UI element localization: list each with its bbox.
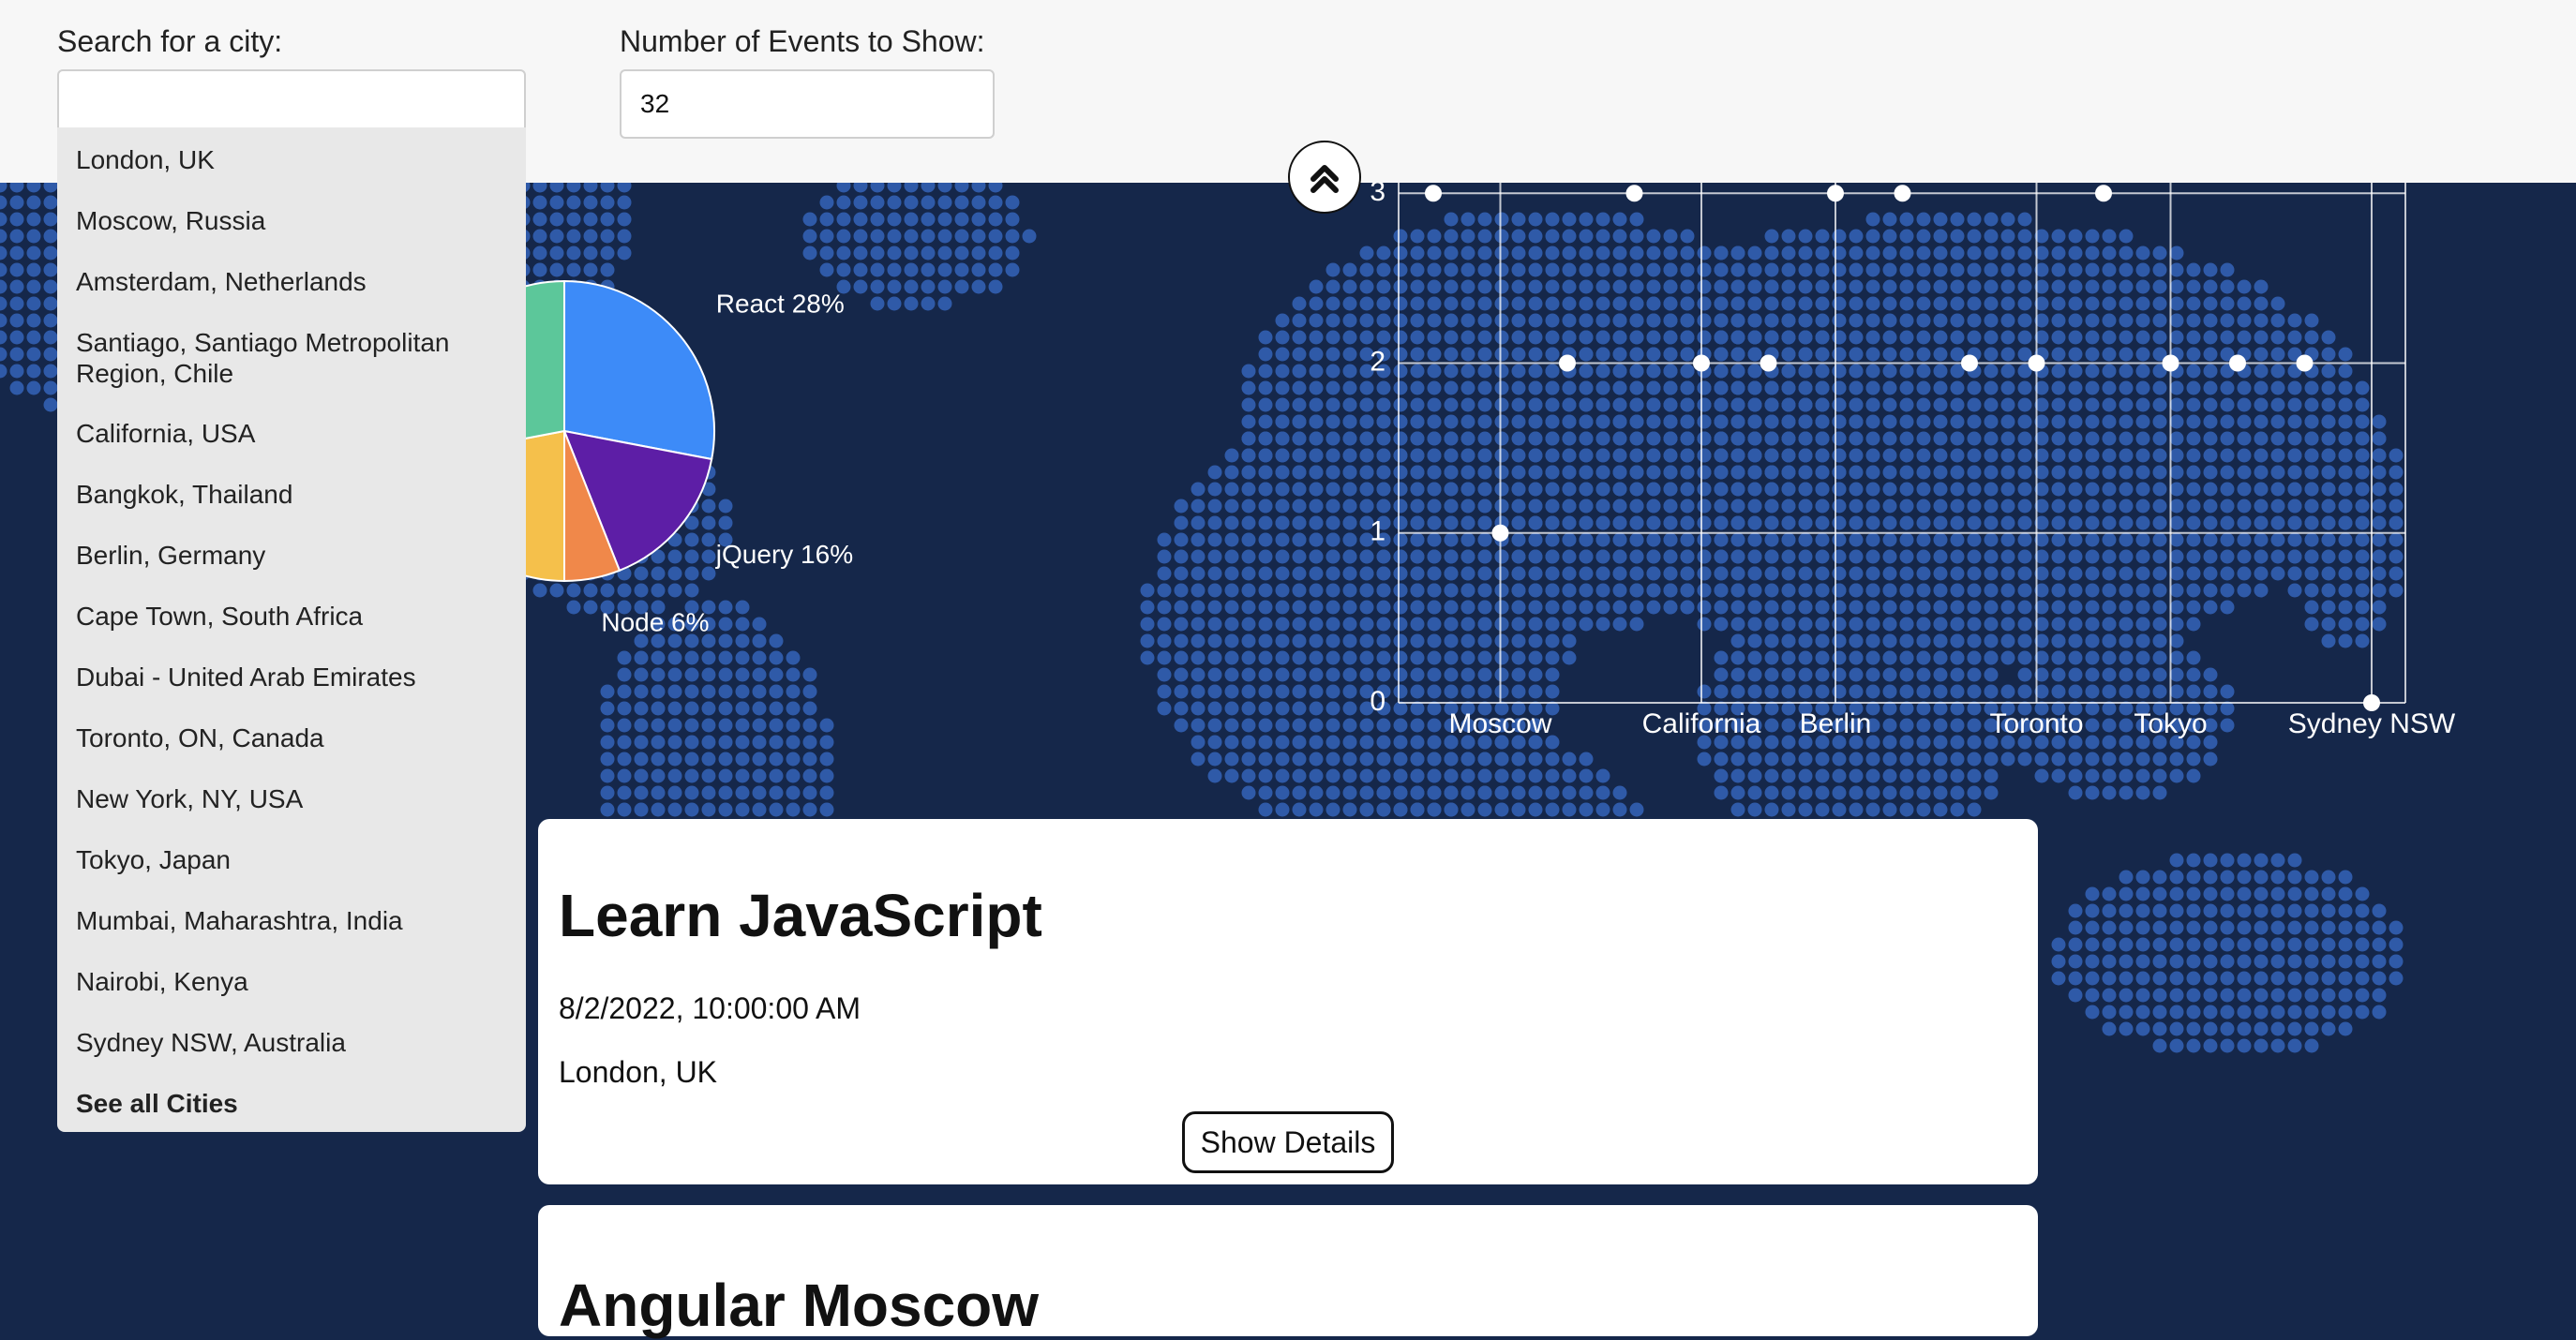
event-location: London, UK xyxy=(559,1055,718,1089)
scatter-point[interactable] xyxy=(1559,354,1576,372)
event-title: Learn JavaScript xyxy=(559,882,1042,949)
event-title: Angular Moscow xyxy=(559,1272,1040,1339)
event-datetime: 8/2/2022, 10:00:00 AM xyxy=(559,991,861,1025)
events-count-label: Number of Events to Show: xyxy=(620,24,985,58)
scatter-point[interactable] xyxy=(1491,524,1509,542)
suggestion-item[interactable]: Sydney NSW, Australia xyxy=(76,1027,507,1058)
scatter-point[interactable] xyxy=(2229,354,2246,372)
scatter-point[interactable] xyxy=(1827,185,1844,202)
y-tick-label: 0 xyxy=(1370,686,1385,717)
scatter-chart: 0123Moscow California Berlin Toronto Tokyo Sy… xyxy=(1370,158,2456,739)
x-tick-label: Sydney NSW xyxy=(2288,708,2456,739)
x-tick-label: Tokyo xyxy=(2134,708,2207,739)
suggestion-item[interactable]: Berlin, Germany xyxy=(76,540,507,571)
x-tick-label: Toronto xyxy=(1989,708,2083,739)
pie-label-node: Node 6% xyxy=(601,608,709,637)
scatter-point[interactable] xyxy=(1625,185,1643,202)
y-tick-label: 1 xyxy=(1370,516,1385,547)
suggestion-item[interactable]: New York, NY, USA xyxy=(76,783,507,814)
pie-slice-react xyxy=(563,279,715,461)
suggestion-item[interactable]: Bangkok, Thailand xyxy=(76,479,507,510)
suggestion-item[interactable]: Nairobi, Kenya xyxy=(76,966,507,997)
suggestion-item[interactable]: California, USA xyxy=(76,418,507,449)
city-suggestions-dropdown: London, UK Moscow, Russia Amsterdam, Net… xyxy=(57,127,526,1132)
scatter-point[interactable] xyxy=(1760,354,1777,372)
suggestion-item[interactable]: Mumbai, Maharashtra, India xyxy=(76,905,507,936)
scatter-point[interactable] xyxy=(1894,185,1911,202)
search-label: Search for a city: xyxy=(57,24,283,58)
scatter-point[interactable] xyxy=(1425,185,1442,202)
suggestion-item[interactable]: Moscow, Russia xyxy=(76,205,507,236)
scatter-point[interactable] xyxy=(1693,354,1710,372)
x-tick-label: Berlin xyxy=(1800,708,1872,739)
scatter-point[interactable] xyxy=(2162,354,2179,372)
events-count-input[interactable] xyxy=(620,69,995,139)
suggestion-item[interactable]: Cape Town, South Africa xyxy=(76,601,507,632)
scatter-point[interactable] xyxy=(2363,694,2380,711)
suggestion-item[interactable]: London, UK xyxy=(76,144,507,175)
scatter-point[interactable] xyxy=(2028,354,2045,372)
scatter-point[interactable] xyxy=(2095,185,2112,202)
pie-label-jquery: jQuery 16% xyxy=(715,540,853,569)
suggestion-item[interactable]: Tokyo, Japan xyxy=(76,844,507,875)
suggestion-item[interactable]: Toronto, ON, Canada xyxy=(76,722,507,753)
suggestion-item[interactable]: Dubai - United Arab Emirates xyxy=(76,662,507,692)
y-tick-label: 2 xyxy=(1370,346,1385,377)
pie-label-react: React 28% xyxy=(716,290,845,319)
scatter-point[interactable] xyxy=(1961,354,1978,372)
suggestion-item[interactable]: Amsterdam, Netherlands xyxy=(76,266,507,297)
double-chevron-up-icon xyxy=(1310,165,1339,193)
show-details-button[interactable]: Show Details xyxy=(1182,1111,1394,1173)
x-tick-label: Moscow xyxy=(1448,708,1551,739)
event-card: Angular Moscow xyxy=(538,1205,2038,1339)
x-tick-label: California xyxy=(1642,708,1761,739)
event-card: Learn JavaScript 8/2/2022, 10:00:00 AM L… xyxy=(538,819,2038,1184)
scroll-to-top-button[interactable] xyxy=(1288,141,1361,214)
suggestion-item[interactable]: Santiago, Santiago Metropolitan Region, … xyxy=(76,327,507,389)
scatter-point[interactable] xyxy=(2296,354,2314,372)
see-all-cities-item[interactable]: See all Cities xyxy=(76,1088,507,1119)
